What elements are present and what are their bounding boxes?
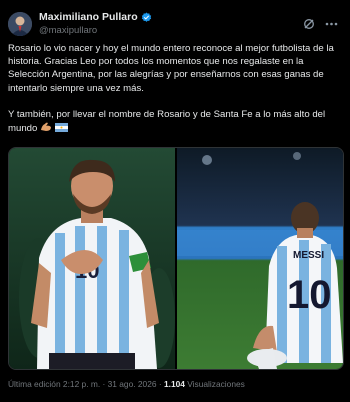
tweet-paragraph-1: Rosario lo vio nacer y hoy el mundo ente…: [8, 43, 334, 94]
views-count: 1.104: [163, 379, 185, 389]
tweet-header: Maximiliano Pullaro @maxipullaro: [8, 8, 342, 40]
author-handle[interactable]: @maxipullaro: [39, 24, 152, 38]
header-actions: [302, 18, 338, 31]
tweet-paragraph-2-wrap: Y también, por llevar el nombre de Rosar…: [8, 108, 342, 136]
tweet-body: Rosario lo vio nacer y hoy el mundo ente…: [8, 42, 342, 149]
more-icon[interactable]: [325, 18, 338, 31]
avatar[interactable]: [8, 12, 32, 36]
verified-badge-icon: [141, 12, 152, 23]
author-block: Maximiliano Pullaro @maxipullaro: [39, 10, 152, 38]
media-grid: 10: [8, 147, 344, 370]
photo-player-kneeling[interactable]: MESSI 10: [177, 148, 343, 369]
author-display-name[interactable]: Maximiliano Pullaro: [39, 10, 138, 24]
views-label: Visualizaciones: [187, 379, 245, 389]
tweet-meta: Última edición 2:12 p. m. · 31 ago. 2026…: [8, 379, 245, 389]
svg-text:MESSI: MESSI: [293, 250, 324, 261]
flexed-biceps-emoji-icon: [40, 121, 52, 136]
grok-icon[interactable]: [302, 18, 315, 31]
svg-text:10: 10: [287, 273, 332, 317]
edited-timestamp[interactable]: Última edición 2:12 p. m. · 31 ago. 2026…: [8, 379, 162, 389]
argentina-flag-icon: [54, 123, 68, 136]
photo-player-hand-on-chest[interactable]: 10: [9, 148, 175, 369]
